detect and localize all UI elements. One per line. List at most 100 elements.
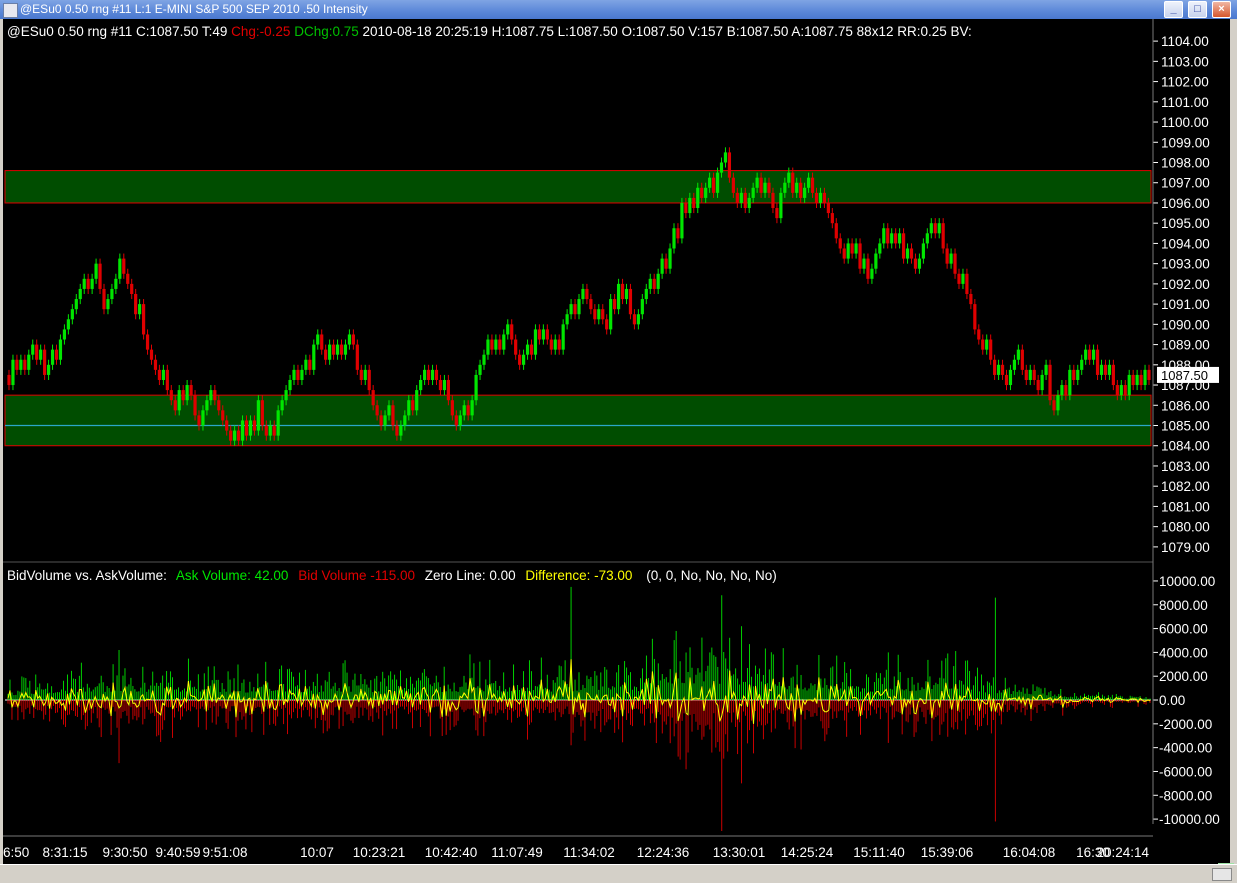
price-bar — [1088, 349, 1092, 360]
price-bar — [1139, 374, 1143, 386]
indicator-zero: Zero Line: 0.00 — [425, 568, 516, 583]
price-bar — [905, 248, 910, 259]
price-bar — [1032, 369, 1036, 380]
volume-tick-label: 6000.00 — [1159, 622, 1208, 637]
price-bar — [454, 415, 458, 426]
maximize-button[interactable]: □ — [1188, 1, 1207, 18]
price-bar — [316, 334, 320, 345]
close-button[interactable]: × — [1212, 1, 1231, 18]
price-bar — [430, 369, 435, 380]
price-bar — [264, 425, 268, 436]
price-bar — [727, 152, 732, 178]
price-bar — [399, 425, 403, 436]
price-bar — [589, 299, 593, 310]
chart-area[interactable]: 1104.00 1103.00 1102.00 1101.00 1100.00 1099.… — [3, 19, 1234, 879]
price-bar — [581, 288, 585, 300]
price-bar — [510, 324, 514, 340]
price-bar — [715, 172, 720, 193]
price-bar — [565, 314, 569, 325]
price-bar — [331, 344, 336, 355]
indicator-title: BidVolume vs. AskVolume: — [7, 568, 167, 583]
price-bar — [328, 344, 332, 360]
price-bar — [684, 202, 688, 214]
price-bar — [165, 369, 169, 391]
scrollbar-thumb[interactable] — [1212, 868, 1232, 881]
price-bar — [1147, 369, 1151, 380]
price-bar — [446, 379, 450, 401]
price-bar — [894, 233, 898, 244]
price-bar — [31, 344, 35, 355]
header-symbol: @ESu0 0.50 rng #11 C:1087.50 T:49 — [7, 24, 227, 39]
time-tick-label: 11:07:49 — [491, 845, 543, 860]
price-bar — [1052, 400, 1056, 411]
price-bar — [929, 223, 933, 234]
price-bar — [288, 379, 292, 391]
price-bar — [426, 369, 431, 380]
price-bar — [114, 278, 118, 289]
price-bar — [494, 339, 498, 350]
price-bar — [1048, 364, 1052, 401]
price-bar — [478, 364, 482, 375]
time-tick-label: 13:30:01 — [713, 845, 766, 860]
price-bar — [878, 243, 882, 254]
price-bar — [300, 369, 304, 380]
price-bar — [640, 299, 644, 315]
price-bar — [304, 359, 308, 370]
price-bar — [62, 329, 67, 340]
price-tick-label: 1102.00 — [1161, 75, 1209, 90]
price-tick-label: 1103.00 — [1161, 54, 1209, 69]
price-bar — [248, 420, 253, 436]
price-bar — [973, 304, 977, 330]
price-bar — [937, 223, 941, 234]
volume-axis: 10000.00 8000.00 6000.00 4000.00 2000.00 0.00… — [1153, 574, 1220, 827]
price-bar — [90, 278, 94, 289]
price-bar — [221, 410, 225, 421]
minimize-button[interactable]: _ — [1164, 1, 1183, 18]
price-bar — [545, 329, 549, 340]
price-bar — [779, 192, 783, 219]
price-bar — [688, 197, 692, 214]
horizontal-scrollbar[interactable] — [0, 864, 1237, 883]
price-bar — [1091, 349, 1096, 360]
price-tick-label: 1093.00 — [1161, 257, 1210, 272]
price-bar — [284, 390, 288, 401]
price-bar — [850, 243, 854, 254]
price-bar — [122, 258, 126, 274]
price-bar — [731, 177, 735, 193]
time-tick-label: 15:39:06 — [921, 845, 974, 860]
price-bar — [755, 177, 759, 188]
price-bar — [153, 359, 158, 370]
price-tick-label: 1101.00 — [1161, 95, 1209, 110]
price-tick-label: 1083.00 — [1161, 459, 1210, 474]
price-bar — [961, 273, 965, 284]
price-bar — [810, 177, 815, 193]
last-price-marker: 1087.50 — [1157, 366, 1219, 383]
price-bar — [814, 192, 819, 203]
price-bar — [672, 228, 676, 249]
price-tick-label: 1080.00 — [1161, 520, 1210, 535]
time-tick-label: 20:24:14 — [1096, 845, 1149, 860]
time-tick-label: 12:24:36 — [637, 845, 690, 860]
chart-canvas[interactable]: 1104.00 1103.00 1102.00 1101.00 1100.00 1099.… — [3, 19, 1230, 866]
time-tick-label: 9:30:50 — [102, 845, 147, 860]
price-bar — [371, 390, 375, 406]
price-bar — [43, 349, 47, 375]
price-bar — [256, 400, 260, 431]
price-bar — [945, 248, 949, 264]
price-bar — [320, 334, 324, 350]
last-price-label: 1087.50 — [1161, 368, 1208, 383]
price-bar — [549, 339, 553, 350]
price-bar — [272, 425, 276, 436]
price-tick-label: 1094.00 — [1161, 236, 1210, 251]
price-bar — [917, 258, 922, 269]
time-tick-label: 15:11:40 — [853, 845, 905, 860]
volume-tick-label: 8000.00 — [1159, 598, 1208, 613]
time-tick-label: 10:42:40 — [425, 845, 478, 860]
price-bar — [169, 390, 173, 401]
price-bar — [573, 304, 577, 315]
price-bar — [909, 248, 914, 259]
price-tick-label: 1081.00 — [1161, 499, 1210, 514]
price-bar — [525, 344, 530, 355]
price-bar — [1084, 349, 1088, 360]
price-bar — [102, 288, 106, 310]
